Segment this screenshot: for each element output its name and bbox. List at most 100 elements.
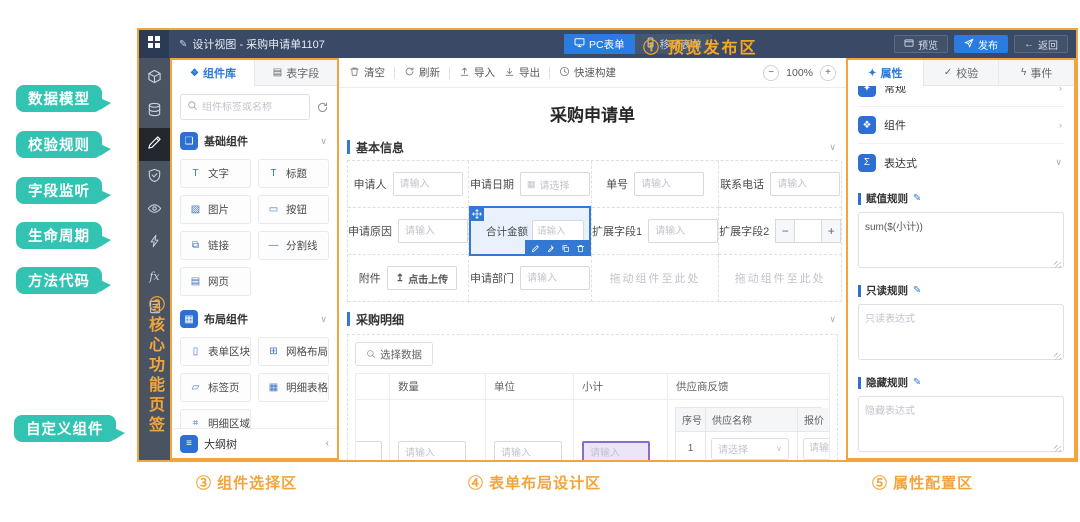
quote-input[interactable]: [803, 438, 830, 460]
field-attachment[interactable]: 附件 ↥ 点击上传: [348, 255, 469, 302]
component-item-divider[interactable]: —分割线: [258, 231, 329, 260]
outline-tree-bar[interactable]: ≡ 大纲树 ‹: [172, 428, 337, 458]
subtotal-input-highlighted[interactable]: [582, 441, 650, 460]
collapse-panel-icon[interactable]: ‹: [326, 438, 329, 449]
component-search-input[interactable]: [202, 102, 303, 113]
zoom-out-button[interactable]: −: [763, 65, 779, 81]
publish-button[interactable]: 发布: [954, 35, 1008, 53]
section-component[interactable]: ❖ 组件 ›: [858, 107, 1064, 144]
copy-icon[interactable]: [561, 244, 570, 253]
field-ext1[interactable]: 扩展字段1: [592, 208, 719, 255]
stepper-plus-button[interactable]: +: [821, 219, 841, 243]
refresh-button[interactable]: 刷新: [404, 65, 440, 80]
delete-icon[interactable]: [576, 244, 585, 253]
assign-rule-textarea[interactable]: sum($(小计)): [858, 212, 1064, 268]
field-ext2[interactable]: 扩展字段2 − +: [719, 208, 842, 255]
component-item-link[interactable]: ⧉链接: [180, 231, 251, 260]
quick-build-button[interactable]: 快速构建: [559, 65, 616, 80]
component-item-detail-table[interactable]: ▦明细表格: [258, 373, 329, 402]
component-item-text[interactable]: T文字: [180, 159, 251, 188]
section-basic-components[interactable]: ❏ 基础组件 ∨: [180, 126, 329, 156]
rail-item-lifecycle[interactable]: [139, 227, 170, 260]
preview-button[interactable]: 预览: [894, 35, 948, 53]
department-input[interactable]: [520, 266, 590, 290]
app-launcher-button[interactable]: [139, 30, 169, 58]
upload-button[interactable]: ↥ 点击上传: [387, 266, 457, 290]
unit-input[interactable]: [494, 441, 562, 460]
rail-item-data-model[interactable]: [139, 95, 170, 128]
selected-component-box[interactable]: 合计金额: [469, 206, 591, 256]
tab-table-fields-label: 表字段: [286, 65, 319, 81]
section-layout-components[interactable]: ▦ 布局组件 ∨: [180, 304, 329, 334]
hidden-rule-textarea[interactable]: [858, 396, 1064, 452]
tab-properties[interactable]: ✦ 属性: [848, 60, 923, 86]
component-item-webpage[interactable]: ▤网页: [180, 267, 251, 296]
tab-pc-form[interactable]: PC表单: [564, 34, 635, 54]
date-picker-input[interactable]: ▦ 请选择: [520, 172, 590, 196]
supplier-select[interactable]: 请选择 ∨: [711, 438, 789, 460]
field-department[interactable]: 申请部门: [469, 255, 592, 302]
table-cell-unit[interactable]: [486, 400, 574, 460]
import-button[interactable]: 导入: [459, 65, 495, 80]
rail-item-field-watch[interactable]: [139, 194, 170, 227]
expression-section-icon: Σ: [858, 154, 876, 172]
field-order-no[interactable]: 单号: [592, 161, 719, 208]
total-amount-input[interactable]: [532, 220, 584, 242]
reason-input[interactable]: [398, 219, 468, 243]
component-item-tab-page[interactable]: ▱标签页: [180, 373, 251, 402]
export-button[interactable]: 导出: [504, 65, 540, 80]
layout-components-icon: ▦: [180, 310, 198, 328]
drop-zone[interactable]: 拖动组件至此处: [719, 255, 842, 302]
tab-table-fields[interactable]: ▤ 表字段: [254, 60, 337, 86]
quantity-input[interactable]: [398, 441, 466, 460]
move-handle-icon[interactable]: [469, 206, 484, 221]
table-cell-partial[interactable]: [356, 400, 390, 460]
component-search-box[interactable]: [180, 94, 310, 120]
edit-icon[interactable]: [531, 244, 540, 253]
rail-item-app-model[interactable]: [139, 62, 170, 95]
order-no-input[interactable]: [634, 172, 704, 196]
section-expression[interactable]: Σ 表达式 ∨: [858, 144, 1064, 181]
field-applicant[interactable]: 申请人: [348, 161, 469, 208]
edit-rule-icon[interactable]: ✎: [913, 377, 921, 388]
component-item-button[interactable]: ▭按钮: [258, 195, 329, 224]
tab-component-library[interactable]: ❖ 组件库: [172, 60, 254, 86]
edit-rule-icon[interactable]: ✎: [913, 193, 921, 204]
eyedropper-icon[interactable]: [546, 244, 555, 253]
ext1-input[interactable]: [648, 219, 718, 243]
zoom-in-button[interactable]: +: [820, 65, 836, 81]
back-button[interactable]: ← 返回: [1014, 35, 1068, 53]
select-data-button[interactable]: 选择数据: [355, 342, 433, 366]
phone-input[interactable]: [770, 172, 840, 196]
stepper-value[interactable]: [795, 219, 821, 243]
section-general[interactable]: ✦ 常规 ›: [858, 86, 1064, 107]
clear-button[interactable]: 清空: [349, 65, 385, 80]
table-cell-subtotal[interactable]: [574, 400, 668, 460]
stepper-minus-button[interactable]: −: [775, 219, 795, 243]
table-cell-quantity[interactable]: [390, 400, 486, 460]
field-reason[interactable]: 申请原因: [348, 208, 469, 255]
component-item-title[interactable]: T标题: [258, 159, 329, 188]
tab-events[interactable]: ϟ 事件: [998, 60, 1074, 86]
back-arrow-icon: ←: [1024, 39, 1034, 50]
rail-item-validation-rules[interactable]: [139, 161, 170, 194]
edit-rule-icon[interactable]: ✎: [913, 285, 921, 296]
readonly-rule-textarea[interactable]: [858, 304, 1064, 360]
rail-item-design-view[interactable]: [139, 128, 170, 161]
field-total-amount-selected[interactable]: 合计金额: [469, 208, 592, 255]
field-phone[interactable]: 联系电话: [719, 161, 842, 208]
basic-info-section-header[interactable]: 基本信息 ∨: [347, 134, 838, 160]
component-item-grid-layout[interactable]: ⊞网格布局: [258, 337, 329, 366]
purchase-detail-section-header[interactable]: 采购明细 ∨: [347, 306, 838, 332]
refresh-components-icon[interactable]: [316, 101, 329, 114]
partial-input[interactable]: [356, 441, 382, 460]
table-cell-supplier-feedback[interactable]: 序号 供应名称 报价 1 请选择 ∨: [668, 400, 830, 460]
field-apply-date[interactable]: 申请日期 ▦ 请选择: [469, 161, 592, 208]
component-item-image[interactable]: ▨图片: [180, 195, 251, 224]
component-item-form-block[interactable]: ▯表单区块: [180, 337, 251, 366]
tab-validation[interactable]: ✓ 校验: [923, 60, 999, 86]
drop-zone[interactable]: 拖动组件至此处: [592, 255, 719, 302]
applicant-input[interactable]: [393, 172, 463, 196]
rail-item-method-code[interactable]: fx: [139, 260, 170, 293]
callout-validation-rules: 校验规则: [16, 131, 102, 158]
